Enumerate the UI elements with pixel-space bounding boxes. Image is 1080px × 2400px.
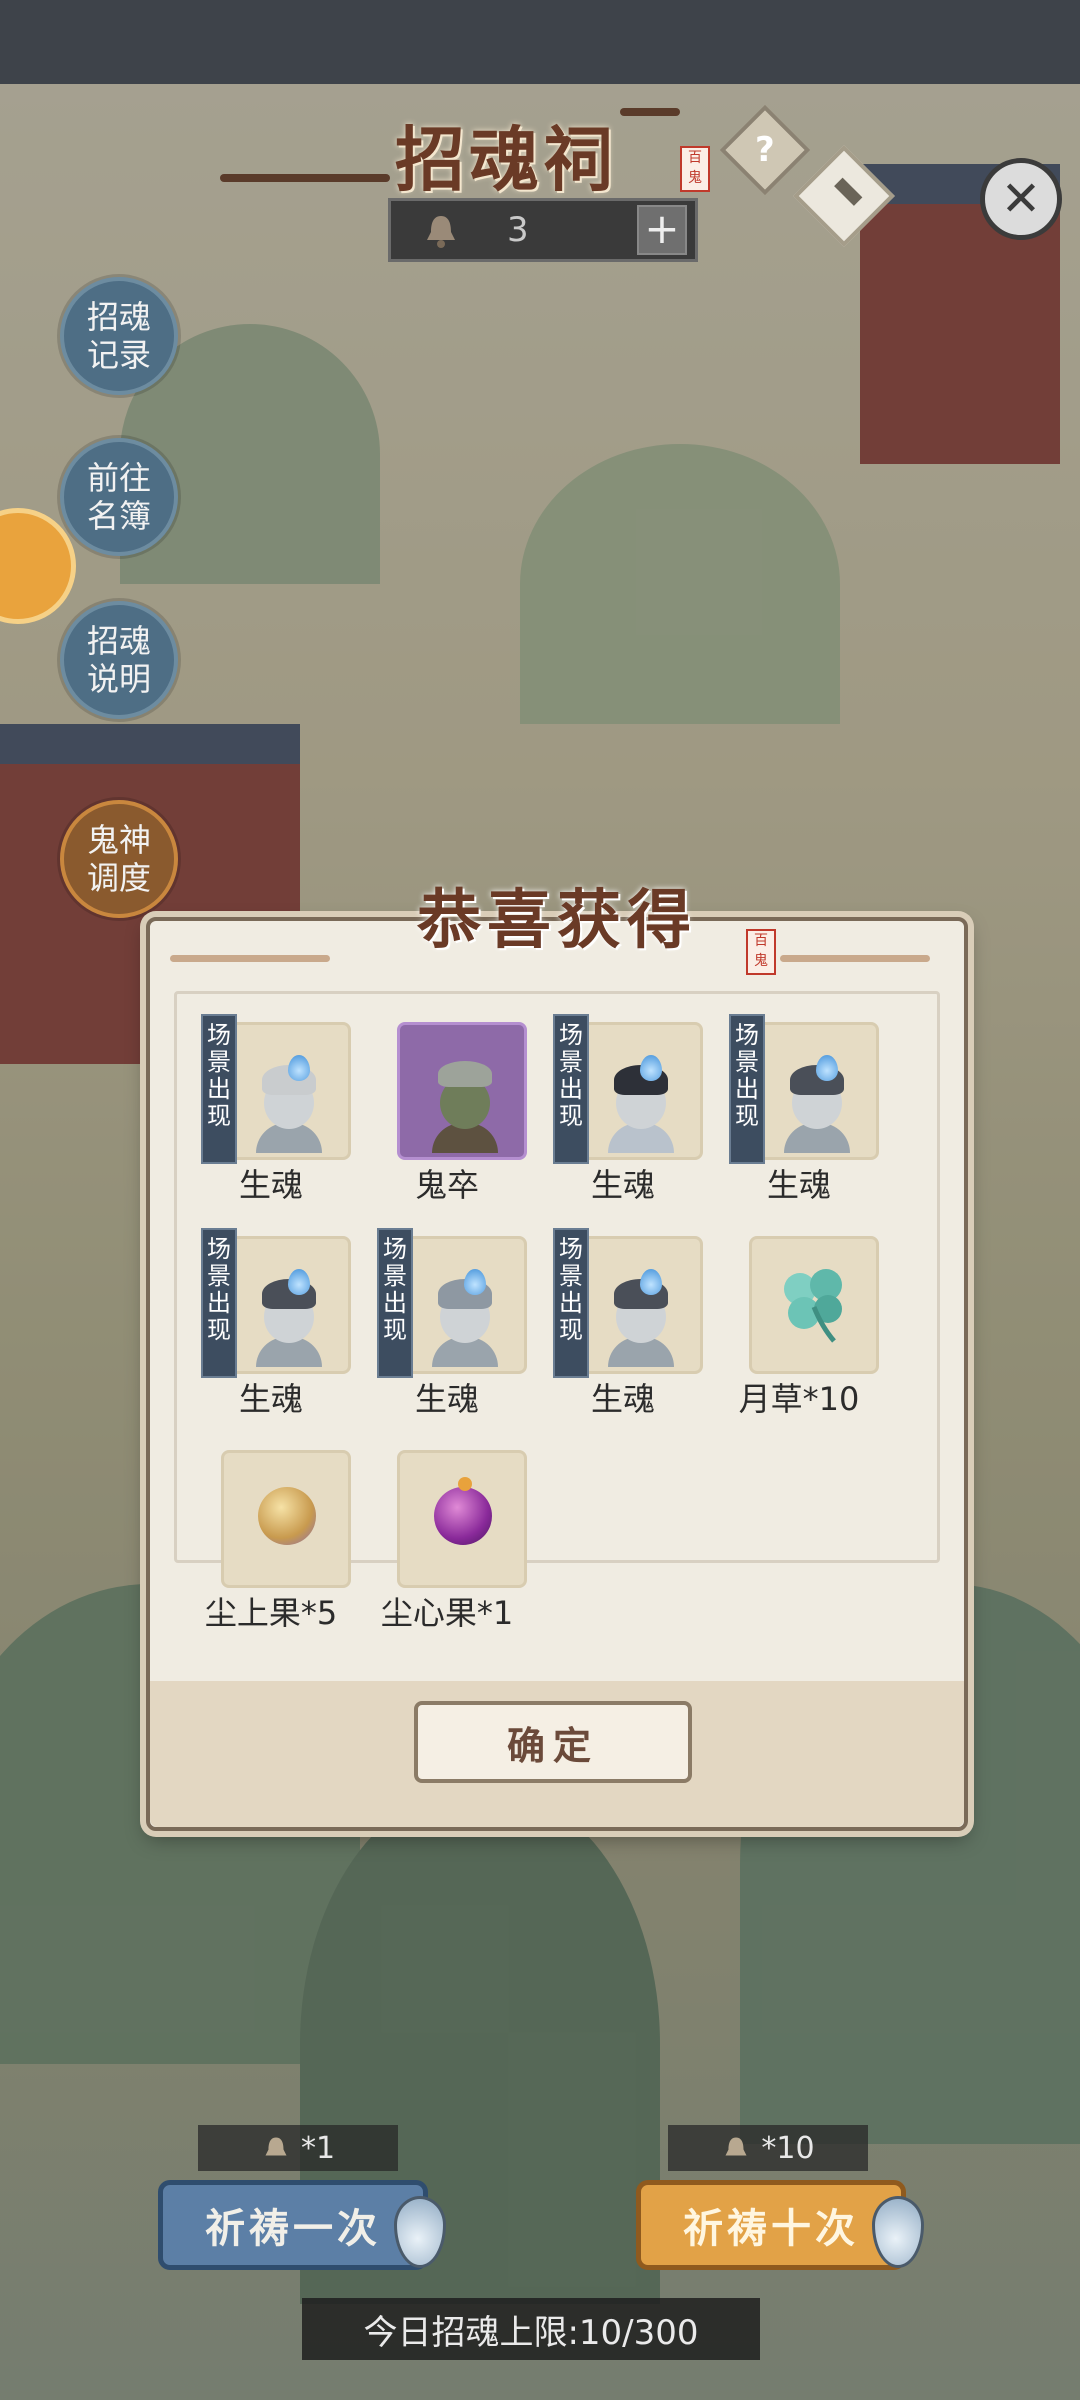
close-button[interactable]: ✕ — [980, 158, 1062, 240]
close-icon: ✕ — [1000, 171, 1042, 227]
cost-once: *1 — [198, 2125, 398, 2171]
reward-title: 恭喜获得 — [417, 884, 697, 958]
living-soul-icon — [254, 1055, 324, 1153]
dust-fruit-icon — [258, 1487, 316, 1545]
add-bell-button[interactable]: + — [637, 205, 687, 255]
reward-dialog: 恭喜获得 百鬼 场景出现 生魂 鬼卒 场景出现 生魂 场景出现 生魂 场景出现 … — [146, 884, 968, 1831]
reward-card — [397, 1450, 527, 1588]
ghost-dispatch-label: 鬼神调度 — [86, 821, 151, 897]
living-soul-icon — [254, 1269, 324, 1367]
page-title: 招魂祠 — [395, 119, 617, 201]
living-soul-icon — [606, 1269, 676, 1367]
reward-item[interactable]: 月草*10 — [711, 1236, 887, 1436]
reward-grid: 场景出现 生魂 鬼卒 场景出现 生魂 场景出现 生魂 场景出现 生魂 场景出现 … — [174, 991, 940, 1632]
reward-label: 生魂 — [766, 1166, 831, 1204]
reward-item[interactable]: 尘心果*1 — [359, 1450, 535, 1650]
cost-ten-value: *10 — [761, 2130, 815, 2166]
pray-ten-button[interactable]: 祈祷十次 — [636, 2180, 906, 2270]
goto-roster-button[interactable]: 前往名簿 — [60, 438, 178, 556]
reward-label: 生魂 — [414, 1380, 479, 1418]
reward-label: 生魂 — [590, 1380, 655, 1418]
reward-label: 尘上果*5 — [204, 1594, 338, 1632]
title-seal: 百鬼 — [680, 146, 710, 192]
bell-counter: 3 + — [388, 198, 698, 262]
reward-item[interactable]: 场景出现 生魂 — [711, 1014, 887, 1222]
living-soul-icon — [782, 1055, 852, 1153]
reward-card — [573, 1236, 703, 1374]
reward-label: 生魂 — [238, 1166, 303, 1204]
status-bar — [0, 0, 1080, 84]
reward-item[interactable]: 场景出现 生魂 — [359, 1228, 535, 1436]
reward-card — [397, 1236, 527, 1374]
reward-card — [221, 1450, 351, 1588]
scene-appear-tag: 场景出现 — [553, 1228, 589, 1378]
reward-card — [397, 1022, 527, 1160]
living-soul-icon — [430, 1269, 500, 1367]
summon-record-button[interactable]: 招魂记录 — [60, 277, 178, 395]
moon-grass-icon — [784, 1269, 842, 1343]
cost-once-value: *1 — [300, 2130, 336, 2166]
reward-card — [749, 1236, 879, 1374]
scene-appear-tag: 场景出现 — [553, 1014, 589, 1164]
scene-appear-tag: 场景出现 — [201, 1228, 237, 1378]
dust-heart-fruit-icon — [434, 1487, 492, 1545]
reward-label: 月草*10 — [738, 1380, 860, 1418]
bell-count: 3 — [507, 210, 529, 250]
goto-roster-label: 前往名簿 — [86, 459, 151, 535]
cost-ten: *10 — [668, 2125, 868, 2171]
reward-item[interactable]: 场景出现 生魂 — [183, 1228, 359, 1436]
reward-item[interactable]: 场景出现 生魂 — [183, 1014, 359, 1222]
scene-appear-tag: 场景出现 — [377, 1228, 413, 1378]
bell-icon — [427, 216, 455, 248]
question-icon: ? — [755, 129, 775, 170]
reward-item[interactable]: 尘上果*5 — [183, 1450, 359, 1650]
confirm-button[interactable]: 确定 — [414, 1701, 692, 1783]
reward-seal: 百鬼 — [746, 929, 776, 975]
summon-info-button[interactable]: 招魂说明 — [60, 601, 178, 719]
reward-card — [749, 1022, 879, 1160]
bell-icon — [725, 2137, 747, 2156]
scene-appear-tag: 场景出现 — [201, 1014, 237, 1164]
scene-appear-tag: 场景出现 — [729, 1014, 765, 1164]
reward-card — [573, 1022, 703, 1160]
reward-label: 生魂 — [238, 1380, 303, 1418]
title-banner: 招魂祠 百鬼 — [220, 100, 760, 201]
bell-icon — [265, 2137, 287, 2156]
summon-record-label: 招魂记录 — [86, 298, 151, 374]
daily-limit: 今日招魂上限:10/300 — [302, 2298, 760, 2360]
reward-item[interactable]: 鬼卒 — [359, 1022, 535, 1222]
ghost-soldier-icon — [430, 1055, 500, 1153]
reward-card — [221, 1236, 351, 1374]
reward-item[interactable]: 场景出现 生魂 — [535, 1014, 711, 1222]
reward-item[interactable]: 场景出现 生魂 — [535, 1228, 711, 1436]
reward-label: 生魂 — [590, 1166, 655, 1204]
pray-once-button[interactable]: 祈祷一次 — [158, 2180, 428, 2270]
reward-label: 鬼卒 — [414, 1166, 479, 1204]
reward-label: 尘心果*1 — [380, 1594, 514, 1632]
reward-card — [221, 1022, 351, 1160]
summon-info-label: 招魂说明 — [86, 622, 151, 698]
living-soul-icon — [606, 1055, 676, 1153]
